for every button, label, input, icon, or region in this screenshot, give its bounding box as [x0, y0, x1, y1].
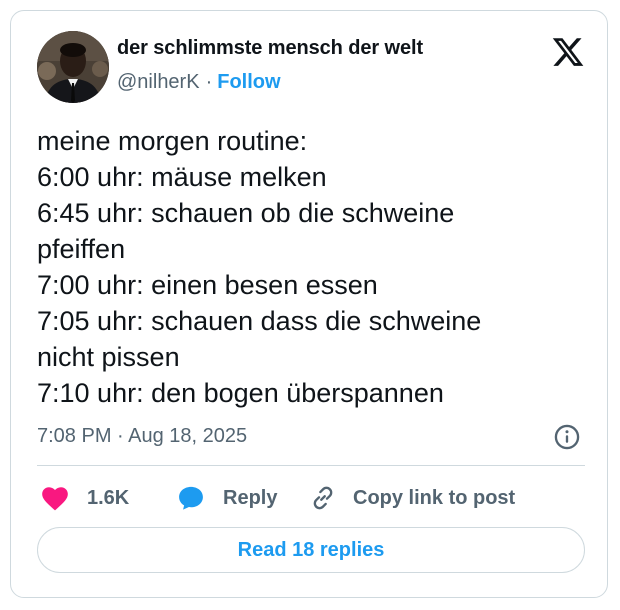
link-icon — [313, 486, 333, 510]
tweet-line: meine morgen routine: — [37, 126, 308, 156]
avatar[interactable] — [37, 31, 109, 103]
like-count: 1.6K — [87, 486, 130, 509]
copy-link-button[interactable]: Copy link to post — [309, 481, 515, 515]
tweet-text: meine morgen routine: 6:00 uhr: mäuse me… — [37, 123, 577, 411]
tweet-line: 7:05 uhr: schauen dass die schweine — [37, 306, 482, 336]
tweet-line: 7:00 uhr: einen besen essen — [37, 270, 378, 300]
tweet-line: nicht pissen — [37, 342, 180, 372]
x-logo-icon[interactable] — [551, 35, 585, 69]
tweet-card: der schlimmste mensch der welt @nilherK ·… — [10, 10, 608, 598]
tweet-line: 6:45 uhr: schauen ob die schweine — [37, 198, 455, 228]
speech-bubble-icon — [179, 486, 203, 510]
tweet-timestamp[interactable]: 7:08 PM · Aug 18, 2025 — [37, 425, 247, 448]
separator-dot: · — [205, 71, 213, 93]
author-display-name[interactable]: der schlimmste mensch der welt — [117, 37, 423, 60]
tweet-line: pfeiffen — [37, 234, 126, 264]
tweet-line: 7:10 uhr: den bogen überspannen — [37, 378, 444, 408]
reply-button[interactable]: Reply — [177, 481, 277, 515]
follow-button[interactable]: Follow — [217, 71, 280, 93]
action-bar: 1.6K Reply Copy link to post — [37, 481, 585, 515]
author-handle[interactable]: @nilherK — [117, 71, 200, 93]
like-button[interactable]: 1.6K — [41, 481, 129, 515]
avatar-photo — [37, 31, 109, 103]
copy-link-label: Copy link to post — [353, 486, 516, 509]
tweet-line: 6:00 uhr: mäuse melken — [37, 162, 327, 192]
reply-label: Reply — [223, 486, 278, 509]
author-handle-row: @nilherK · Follow — [117, 71, 281, 94]
read-replies-button[interactable]: Read 18 replies — [37, 527, 585, 573]
info-icon[interactable] — [553, 423, 581, 451]
heart-icon — [42, 487, 68, 511]
divider — [37, 465, 585, 466]
